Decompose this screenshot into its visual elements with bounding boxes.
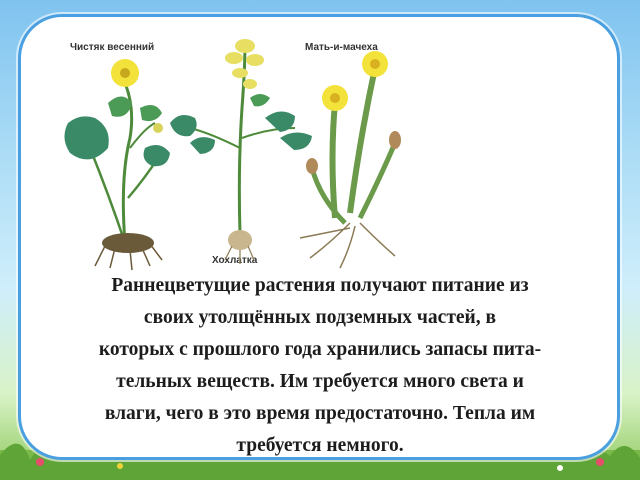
caption-line: тельных веществ. Им требуется много свет… <box>116 371 524 392</box>
caption-line: Раннецветущие растения получают питание … <box>111 275 529 296</box>
plants-illustration <box>64 39 401 271</box>
plant-coltsfoot-drawing <box>299 51 401 269</box>
caption-line: влаги, чего в это время предостаточно. Т… <box>104 403 536 424</box>
plant-corydalis-drawing <box>170 39 312 264</box>
caption-line: требуется немного. <box>236 435 404 456</box>
caption-line: которых с прошлого года хранились запасы… <box>98 339 542 360</box>
caption-line: своих утолщённых подземных частей, в <box>143 307 497 328</box>
plant-chistyak-drawing <box>64 59 170 271</box>
caption-text: Раннецветущие растения получают питание … <box>40 270 600 462</box>
